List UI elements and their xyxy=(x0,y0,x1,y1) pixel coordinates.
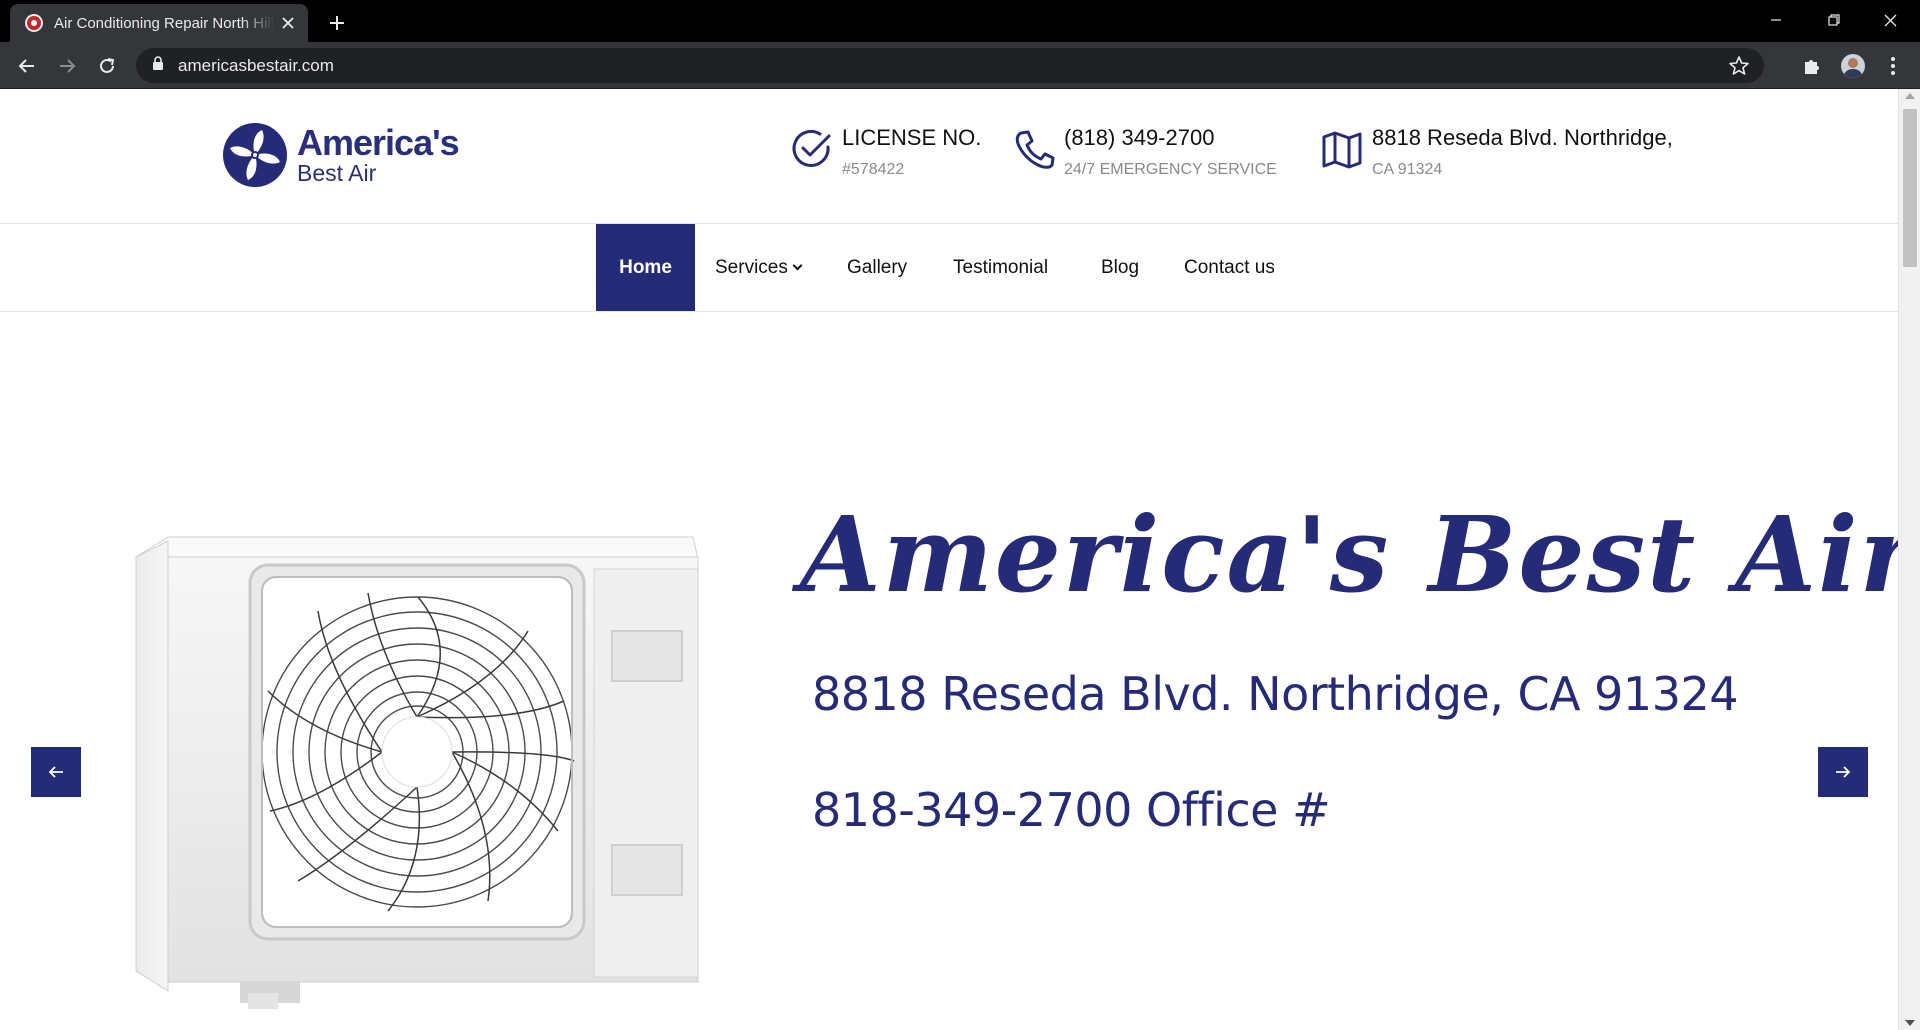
nav-item-label: Services xyxy=(715,256,788,278)
new-tab-plus-icon[interactable] xyxy=(322,8,352,38)
emergency-service-label: 24/7 EMERGENCY SERVICE xyxy=(1064,161,1277,178)
phone-icon xyxy=(1015,130,1055,169)
slide-phone: 818-349-2700 Office # xyxy=(812,783,1331,837)
site-favicon-icon xyxy=(24,13,44,33)
license-title: LICENSE NO. xyxy=(842,125,982,150)
scroll-down-arrow-icon[interactable] xyxy=(1905,1020,1915,1026)
license-info: LICENSE NO. #578422 xyxy=(790,123,981,179)
logo-title: America's xyxy=(297,122,460,163)
scroll-up-arrow-icon[interactable] xyxy=(1905,93,1915,99)
nav-item-label: Testimonial xyxy=(953,256,1049,278)
address-line1: 8818 Reseda Blvd. Northridge, xyxy=(1372,125,1673,150)
main-navigation: Home Services Gallery Testimonial Blog C… xyxy=(0,224,1898,312)
nav-item-testimonial[interactable]: Testimonial xyxy=(953,224,1048,311)
close-tab-icon[interactable] xyxy=(278,13,298,33)
browser-tab[interactable]: Air Conditioning Repair North Hills xyxy=(10,4,308,42)
slider-next-button[interactable] xyxy=(1818,747,1868,797)
slide-address: 8818 Reseda Blvd. Northridge, CA 91324 xyxy=(812,667,1739,721)
browser-tab-strip: Air Conditioning Repair North Hills xyxy=(0,0,1920,42)
restore-icon[interactable] xyxy=(1806,0,1862,40)
phone-info: (818) 349-2700 24/7 EMERGENCY SERVICE xyxy=(1012,123,1277,179)
nav-item-label: Home xyxy=(619,256,672,278)
arrow-right-icon xyxy=(1836,766,1851,778)
menu-kebab-icon[interactable] xyxy=(1876,49,1910,83)
arrow-left-icon xyxy=(48,766,63,778)
nav-item-home[interactable]: Home xyxy=(596,224,695,311)
back-icon[interactable] xyxy=(10,49,44,83)
site-logo[interactable]: America's Best Air xyxy=(222,122,460,188)
map-icon xyxy=(1322,131,1362,169)
logo-subtitle: Best Air xyxy=(297,160,377,186)
nav-item-label: Blog xyxy=(1101,256,1140,278)
site-header: America's Best Air LICENSE NO. #578422 (… xyxy=(0,89,1898,224)
lock-icon xyxy=(152,56,164,75)
extensions-puzzle-icon[interactable] xyxy=(1795,49,1829,83)
page-scrollbar[interactable] xyxy=(1898,89,1920,1030)
phone-number[interactable]: (818) 349-2700 xyxy=(1064,123,1277,153)
nav-item-label: Gallery xyxy=(847,256,908,278)
address-bar[interactable]: americasbestair.com xyxy=(136,48,1764,83)
profile-avatar[interactable] xyxy=(1836,49,1870,83)
nav-item-services[interactable]: Services xyxy=(715,224,803,311)
forward-icon[interactable] xyxy=(50,49,84,83)
bookmark-star-icon[interactable] xyxy=(1728,55,1750,77)
tab-title: Air Conditioning Repair North Hills xyxy=(54,14,274,32)
address-info: 8818 Reseda Blvd. Northridge, CA 91324 xyxy=(1320,123,1673,179)
nav-item-contact[interactable]: Contact us xyxy=(1184,224,1275,311)
ac-unit-image xyxy=(134,536,699,1009)
browser-toolbar: americasbestair.com xyxy=(0,42,1920,89)
nav-item-label: Contact us xyxy=(1184,256,1275,278)
address-line2: CA 91324 xyxy=(1372,161,1443,178)
scrollbar-thumb[interactable] xyxy=(1903,109,1917,267)
fan-logo-icon xyxy=(223,123,287,187)
nav-item-gallery[interactable]: Gallery xyxy=(847,224,907,311)
hero-slider: America's Best Air 8818 Reseda Blvd. Nor… xyxy=(0,313,1898,1030)
chevron-down-icon xyxy=(792,260,803,271)
check-circle-icon xyxy=(792,129,831,167)
page-viewport: America's Best Air LICENSE NO. #578422 (… xyxy=(0,89,1898,1030)
slide-title: America's Best Air xyxy=(800,493,1898,616)
minimize-icon[interactable] xyxy=(1748,0,1804,40)
nav-item-blog[interactable]: Blog xyxy=(1101,224,1139,311)
license-number: #578422 xyxy=(842,161,905,178)
avatar xyxy=(1841,54,1865,78)
url-text: americasbestair.com xyxy=(178,55,334,75)
slider-prev-button[interactable] xyxy=(31,747,81,797)
reload-icon[interactable] xyxy=(90,49,124,83)
close-window-icon[interactable] xyxy=(1862,0,1918,40)
